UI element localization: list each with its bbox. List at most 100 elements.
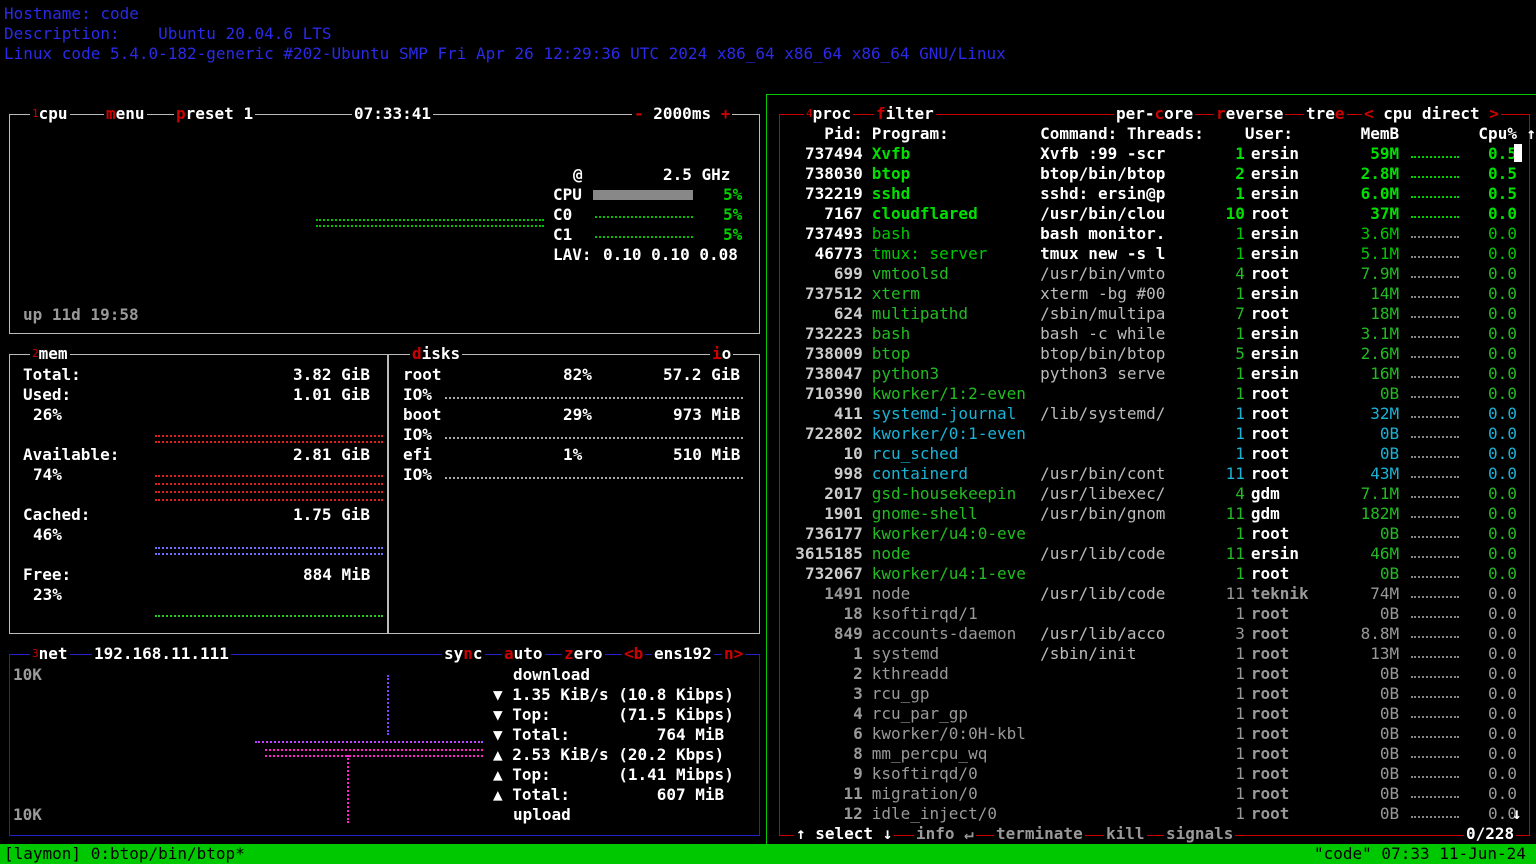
description-line: Description: Ubuntu 20.04.6 LTS [4, 24, 332, 43]
process-user: gdm [1250, 484, 1280, 503]
prev-interface[interactable]: <b [622, 644, 646, 664]
col-command-threads[interactable]: Command: Threads: [1040, 124, 1245, 144]
process-threads: 11 [1225, 504, 1245, 523]
info-button[interactable]: info ↵ [914, 824, 976, 844]
process-cpu-graph [1399, 524, 1477, 544]
filter-button[interactable]: filter [874, 104, 936, 124]
interval-minus[interactable]: - [634, 104, 644, 123]
table-row[interactable]: 710390 kworker/1:2-even 1 root 0B 0.0 [784, 384, 1536, 404]
cpu-total-label: CPU [553, 185, 582, 204]
table-row[interactable]: 1 systemd/sbin/init 1 root 13M 0.0 [784, 644, 1536, 664]
table-row[interactable]: 624 multipathd/sbin/multipa 7 root 18M 0.0 [784, 304, 1536, 324]
process-cpu-graph [1399, 504, 1477, 524]
process-cpu: 0.0 [1488, 684, 1517, 703]
process-user: ersin [1250, 164, 1300, 183]
table-row[interactable]: 738030 btop btop/bin/btop 2 ersin 2.8M 0.5 [784, 164, 1536, 184]
table-row[interactable]: 46773 tmux: server tmux new -s l 1 ersin 5.1M… [784, 244, 1536, 264]
process-scrollbar[interactable] [1514, 144, 1522, 162]
kill-button[interactable]: kill [1104, 824, 1147, 844]
table-row[interactable]: 736177 kworker/u4:0-eve 1 root 0B 0.0 [784, 524, 1536, 544]
process-threads: 4 [1235, 264, 1245, 283]
io-toggle[interactable]: io [710, 344, 734, 364]
process-cpu: 0.5 [1488, 164, 1517, 183]
cpu-title[interactable]: 1cpu [30, 104, 70, 124]
process-command [1040, 444, 1207, 464]
process-command: /sbin/multipa [1040, 304, 1166, 323]
table-row[interactable]: 998 containerd/usr/bin/cont 11 root 43M 0.0 [784, 464, 1536, 484]
table-row[interactable]: 732223 bash bash -c while 1 ersin 3.1M 0.0 [784, 324, 1536, 344]
table-row[interactable]: 738009 btop btop/bin/btop 5 ersin 2.6M 0.0 [784, 344, 1536, 364]
process-program: node [871, 544, 911, 563]
table-row[interactable]: 7167 cloudflared/usr/bin/clou 10 root 37M 0.0 [784, 204, 1536, 224]
table-row[interactable]: 737493 bash bash monitor. 1 ersin 3.6M 0.0 [784, 224, 1536, 244]
process-user: root [1250, 464, 1290, 483]
sort-prev[interactable]: < [1364, 104, 1374, 123]
table-row[interactable]: 10 rcu_sched 1 root 0B 0.0 [784, 444, 1536, 464]
zero-toggle[interactable]: zero [562, 644, 605, 664]
table-row[interactable]: 12 idle_inject/0 1 root 0B 0.0 [784, 804, 1536, 824]
table-row[interactable]: 3615185 node/usr/lib/code 11 ersin 46M 0.0 [784, 544, 1536, 564]
table-row[interactable]: 849 accounts-daemon/usr/lib/acco 3 root 8.8M… [784, 624, 1536, 644]
disk-root-io: IO% [403, 385, 432, 404]
table-row[interactable]: 411 systemd-journal/lib/systemd/1 root 32M 0… [784, 404, 1536, 424]
table-row[interactable]: 722802 kworker/0:1-even 1 root 0B 0.0 [784, 424, 1536, 444]
terminate-button[interactable]: terminate [994, 824, 1085, 844]
col-user[interactable]: User: [1245, 124, 1323, 144]
table-row[interactable]: 699 vmtoolsd/usr/bin/vmto 4 root 7.9M 0.0 [784, 264, 1536, 284]
table-row[interactable]: 9 ksoftirqd/0 1 root 0B 0.0 [784, 764, 1536, 784]
process-cpu-graph [1399, 624, 1477, 644]
sort-next[interactable]: > [1489, 104, 1499, 123]
reverse-toggle[interactable]: reverse [1214, 104, 1286, 124]
menu-button[interactable]: menu [104, 104, 147, 124]
proc-title[interactable]: 4proc [804, 104, 854, 124]
table-row[interactable]: 2017 gsd-housekeepin/usr/libexec/4 gdm 7.1M… [784, 484, 1536, 504]
auto-toggle[interactable]: auto [502, 644, 545, 664]
table-row[interactable]: 4 rcu_par_gp 1 root 0B 0.0 [784, 704, 1536, 724]
signals-button[interactable]: signals [1164, 824, 1236, 844]
col-program[interactable]: Program: [872, 124, 1040, 144]
process-program: kthreadd [871, 664, 949, 683]
table-row[interactable]: 738047 python3 python3 serve 1 ersin 16M 0.0 [784, 364, 1536, 384]
interval-control[interactable]: - 2000ms + [632, 104, 733, 124]
process-user: root [1250, 384, 1290, 403]
table-row[interactable]: 737512 xterm xterm -bg #00 1 ersin 14M 0.0 [784, 284, 1536, 304]
table-row[interactable]: 1491 node/usr/lib/code 11 teknik 74M 0.0 [784, 584, 1536, 604]
table-row[interactable]: 18 ksoftirqd/1 1 root 0B 0.0 [784, 604, 1536, 624]
col-mem[interactable]: MemB [1323, 124, 1400, 144]
net-title[interactable]: 3net [30, 644, 70, 664]
preset-button[interactable]: preset 1 [174, 104, 256, 124]
interval-plus[interactable]: + [721, 104, 731, 123]
table-row[interactable]: 2 kthreadd 1 root 0B 0.0 [784, 664, 1536, 684]
scroll-down-icon[interactable]: ↓ [1512, 804, 1522, 824]
process-pid: 849 [833, 624, 863, 643]
process-command [1040, 704, 1207, 724]
tmux-session-window[interactable]: [laymon] 0:btop/bin/btop* [4, 844, 245, 864]
sort-selector[interactable]: < cpu direct > [1362, 104, 1501, 124]
tree-toggle[interactable]: tree [1304, 104, 1347, 124]
col-pid[interactable]: Pid: [784, 124, 863, 144]
table-row[interactable]: 732219 sshd sshd: ersin@p 1 ersin 6.0M 0.5 [784, 184, 1536, 204]
per-core-toggle[interactable]: per-core [1114, 104, 1196, 124]
col-cpu[interactable]: Cpu% [1477, 124, 1517, 144]
table-row[interactable]: 11 migration/0 1 root 0B 0.0 [784, 784, 1536, 804]
table-row[interactable]: 737494 Xvfb Xvfb :99 -scr 1 ersin 59M 0.5 [784, 144, 1536, 164]
scroll-up-icon[interactable]: ↑ [1517, 124, 1536, 144]
mem-title[interactable]: 2mem [30, 344, 70, 364]
disk-root-pct: 82% [563, 365, 592, 384]
table-row[interactable]: 6 kworker/0:0H-kbl 1 root 0B 0.0 [784, 724, 1536, 744]
sync-toggle[interactable]: sync [442, 644, 485, 664]
net-upload-label: upload [513, 805, 571, 824]
process-cpu: 0.0 [1488, 664, 1517, 683]
pane-divider [766, 94, 767, 844]
table-row[interactable]: 1901 gnome-shell/usr/bin/gnom 11 gdm 182M 0.0 [784, 504, 1536, 524]
table-row[interactable]: 732067 kworker/u4:1-eve 1 root 0B 0.0 [784, 564, 1536, 584]
process-pid: 732219 [804, 184, 863, 203]
table-row[interactable]: 3 rcu_gp 1 root 0B 0.0 [784, 684, 1536, 704]
process-pid: 737512 [804, 284, 863, 303]
process-command: /sbin/init [1040, 644, 1137, 663]
table-row[interactable]: 8 mm_percpu_wq 1 root 0B 0.0 [784, 744, 1536, 764]
disks-title[interactable]: disks [410, 344, 463, 364]
select-control[interactable]: ↑ select ↓ [794, 824, 895, 844]
next-interface[interactable]: n> [722, 644, 746, 664]
process-mem: 0B [1379, 744, 1400, 763]
